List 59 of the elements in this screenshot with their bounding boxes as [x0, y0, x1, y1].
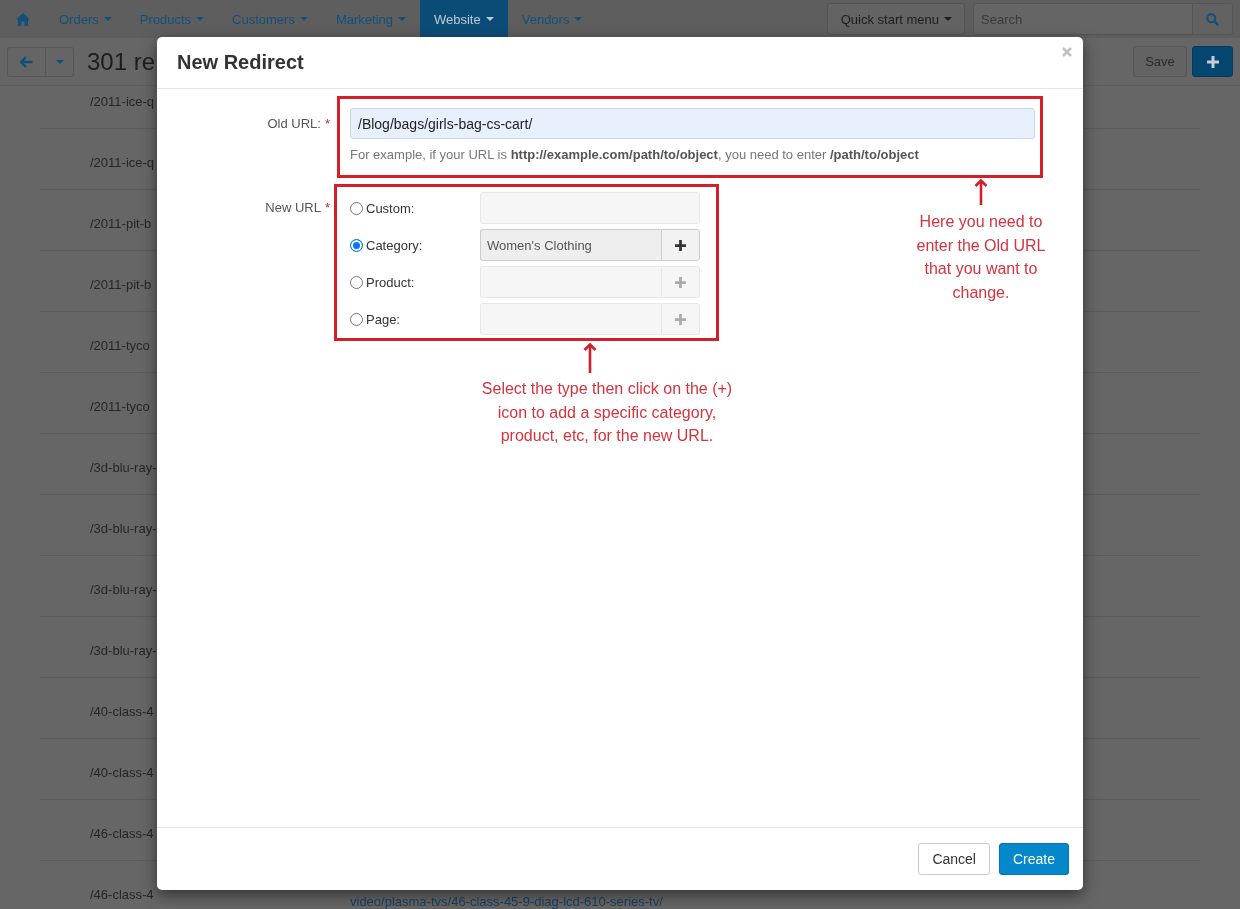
annotation-text: Here you need to enter the Old URL that you want to change.: [916, 212, 1046, 303]
save-button[interactable]: Save: [1133, 46, 1187, 77]
dropdown-button[interactable]: [46, 46, 74, 77]
search-button[interactable]: [1193, 3, 1233, 35]
table-cell: /2011-pit-b: [90, 216, 152, 231]
radio-label[interactable]: Page:: [366, 311, 400, 327]
table-cell: /2011-tyco: [90, 338, 150, 353]
caret-icon: [944, 17, 952, 21]
caret-icon: [103, 17, 112, 21]
old-url-field[interactable]: /Blog/bags/girls-bag-cs-cart/: [350, 108, 1035, 139]
radio-label[interactable]: Category:: [366, 237, 423, 253]
radio-label[interactable]: Custom:: [366, 200, 415, 216]
caret-icon: [55, 59, 64, 64]
table-cell: /2011-ice-q: [90, 155, 155, 170]
caret-icon: [485, 17, 494, 21]
plus-icon: [1206, 55, 1219, 68]
nav-menu-item[interactable]: Website: [420, 0, 508, 38]
arrow-left-icon: [20, 55, 33, 68]
table-cell: /2011-ice-q: [90, 94, 155, 109]
radio-button[interactable]: [350, 312, 363, 326]
back-button[interactable]: [7, 46, 46, 77]
dialog-title: New Redirect: [177, 51, 304, 74]
radio-button[interactable]: [350, 238, 363, 252]
table-cell: /3d-blu-ray-: [90, 460, 157, 475]
table-cell: /3d-blu-ray-: [90, 582, 157, 597]
annotation-text: Select the type then click on the (+) icon to add a specific category, product, etc, for the new URL.: [481, 379, 733, 446]
plus-icon: [675, 276, 686, 288]
radio-button[interactable]: [350, 201, 363, 215]
picker-field[interactable]: Women's Clothing: [480, 229, 661, 261]
up-arrow-icon: [583, 343, 597, 373]
caret-icon: [398, 17, 406, 21]
page-title: 301 re: [87, 47, 156, 76]
field-label: New URL: [265, 200, 321, 215]
plus-icon: [675, 313, 686, 325]
add-button[interactable]: [1192, 46, 1233, 77]
table-cell: /40-class-4: [90, 765, 154, 780]
table-cell: /3d-blu-ray-: [90, 521, 157, 536]
radio-button[interactable]: [350, 275, 363, 289]
home-icon[interactable]: [15, 12, 30, 26]
cancel-button[interactable]: Cancel: [918, 843, 990, 875]
table-cell: /46-class-4: [90, 826, 154, 841]
close-icon[interactable]: [1062, 47, 1072, 57]
required-mark: *: [324, 200, 330, 215]
search-icon: [1206, 12, 1219, 26]
required-mark: *: [324, 116, 330, 131]
caret-icon: [299, 17, 308, 21]
quick-start-button[interactable]: Quick start menu: [826, 3, 965, 35]
table-cell: /40-class-4: [90, 704, 154, 719]
table-cell: /3d-blu-ray-: [90, 643, 157, 658]
plus-icon: [675, 239, 686, 251]
field-label: Old URL:: [267, 116, 321, 131]
table-cell: /2011-pit-b: [90, 277, 152, 292]
caret-icon: [196, 17, 205, 21]
radio-label[interactable]: Product:: [366, 274, 415, 290]
help-text: For example, if your URL is http://example.com/path/to/object, you need to enter /path/to/object: [350, 147, 920, 162]
table-cell: /46-class-4: [90, 887, 154, 902]
create-button[interactable]: Create: [998, 843, 1069, 875]
caret-icon: [574, 17, 583, 21]
table-cell: /2011-tyco: [90, 399, 150, 414]
